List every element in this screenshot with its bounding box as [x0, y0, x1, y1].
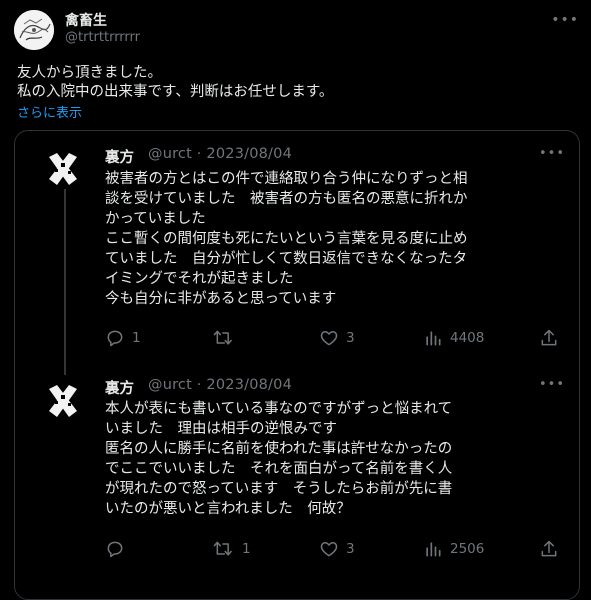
views-button[interactable]: 4408 [423, 328, 484, 348]
views-icon [426, 542, 441, 557]
quoted-handle-date[interactable]: @urct · 2023/08/04 [148, 146, 292, 162]
like-button[interactable]: 3 [319, 539, 355, 559]
share-icon [541, 540, 557, 557]
retweet-button[interactable] [213, 328, 242, 348]
quoted-line: いたのが悪いと言われました 何故？ [105, 501, 351, 517]
like-count: 3 [346, 330, 355, 346]
quoted-name[interactable]: 裏方 [105, 146, 134, 167]
reply-button[interactable]: 1 [105, 328, 141, 348]
quoted-text: 本人が表にも書いている事なのですがずっと悩まれて いました 理由は相手の逆恨みで… [105, 399, 452, 519]
quoted-line: かっていました [105, 211, 206, 227]
like-count: 3 [346, 541, 355, 557]
quoted-name[interactable]: 裏方 [105, 377, 134, 398]
share-icon [541, 329, 557, 346]
views-count: 2506 [450, 541, 485, 557]
tweet-line: 友人から頂きました。 [17, 65, 162, 81]
author-name[interactable]: 禽畜生 [65, 10, 107, 30]
more-icon[interactable]: ••• [539, 377, 565, 392]
like-icon [320, 542, 338, 557]
x-logo-avatar-icon [43, 149, 83, 189]
share-button[interactable] [539, 328, 559, 348]
quoted-line: 匿名の人に勝手に名前を使われた事は許せなかったの [105, 441, 453, 457]
quoted-line: イミングでそれが起きました [105, 271, 294, 287]
reply-icon [107, 330, 123, 347]
views-button[interactable]: 2506 [423, 539, 484, 559]
quoted-line: ていました 自分が忙しくて数日返信できなくなったタ [105, 251, 468, 267]
reply-icon [107, 541, 123, 558]
retweet-icon [213, 330, 232, 345]
like-button[interactable]: 3 [319, 328, 355, 348]
quoted-avatar[interactable] [43, 149, 83, 189]
quoted-line: が現れたので怒っています そうしたらお前が先に書 [105, 481, 453, 497]
share-button[interactable] [539, 539, 559, 559]
views-count: 4408 [450, 330, 485, 346]
quoted-line: 被害者の方とはこの件で連絡取り合う仲になりずっと相 [105, 171, 468, 187]
author-avatar[interactable] [14, 10, 54, 50]
like-icon [320, 331, 338, 346]
quoted-line: でここでいいました それを面白がって名前を書く人 [105, 461, 453, 477]
more-icon[interactable]: ••• [551, 12, 579, 28]
quoted-line: 本人が表にも書いている事なのですがずっと悩まれて [105, 401, 453, 417]
sketch-avatar-icon [14, 10, 54, 50]
reply-button[interactable] [105, 539, 132, 559]
retweet-count: 1 [242, 541, 251, 557]
reply-count: 1 [132, 330, 141, 346]
quoted-line: いました 理由は相手の逆恨みです [105, 421, 337, 437]
author-handle[interactable]: @trtrttrrrrrr [65, 30, 140, 45]
show-more-link[interactable]: さらに表示 [17, 102, 82, 121]
quoted-line: ここ暫くの間何度も死にたいという言葉を見る度に止め [105, 231, 468, 247]
quoted-handle-date[interactable]: @urct · 2023/08/04 [148, 377, 292, 393]
quoted-thread-card[interactable]: 裏方 @urct · 2023/08/04 ••• 被害者の方とはこの件で連絡取… [14, 130, 580, 600]
retweet-icon [213, 541, 232, 556]
quoted-line: 談を受けていました 被害者の方も匿名の悪意に折れか [105, 191, 468, 207]
views-icon [426, 331, 441, 346]
thread-connector-line [64, 183, 66, 375]
quoted-line: 今も自分に非があると思っています [105, 291, 337, 307]
tweet-text: 友人から頂きました。 私の入院中の出来事です、判断はお任せします。 [17, 64, 333, 102]
more-icon[interactable]: ••• [539, 146, 565, 161]
quoted-text: 被害者の方とはこの件で連絡取り合う仲になりずっと相 談を受けていました 被害者の… [105, 169, 468, 309]
tweet-line: 私の入院中の出来事です、判断はお任せします。 [17, 84, 334, 100]
retweet-button[interactable]: 1 [213, 539, 251, 559]
x-logo-avatar-icon [43, 381, 83, 421]
quoted-avatar[interactable] [43, 381, 83, 421]
